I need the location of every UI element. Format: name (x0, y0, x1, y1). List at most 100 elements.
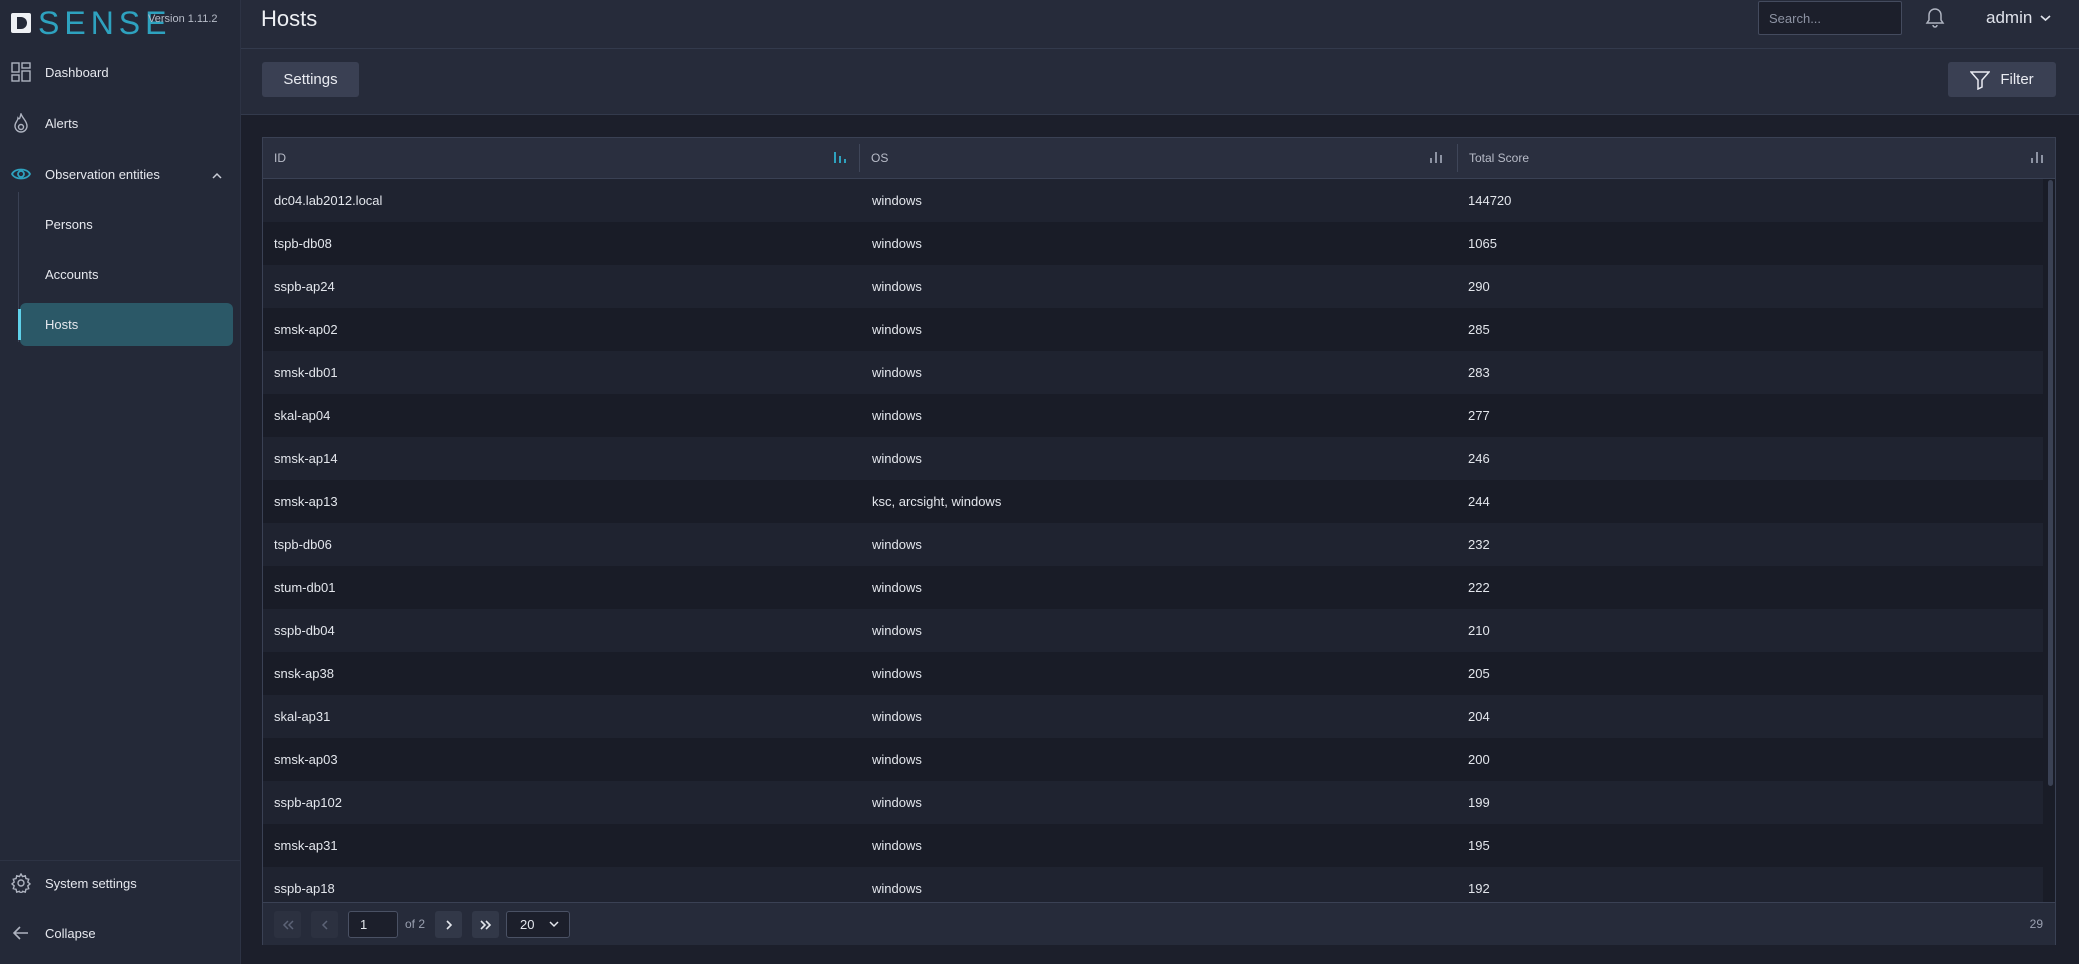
sidebar-item-label: Alerts (45, 115, 79, 131)
cell-total-score: 204 (1468, 709, 1490, 724)
first-page-button[interactable] (274, 911, 301, 938)
cell-os: windows (872, 709, 922, 724)
last-page-button[interactable] (472, 911, 499, 938)
sidebar-item-system-settings[interactable]: System settings (0, 863, 240, 903)
pagination-bar: of 2 20 29 (263, 902, 2055, 945)
cell-os: windows (872, 537, 922, 552)
filter-button[interactable]: Filter (1948, 62, 2056, 97)
cell-total-score: 232 (1468, 537, 1490, 552)
cell-os: windows (872, 408, 922, 423)
cell-total-score: 199 (1468, 795, 1490, 810)
table-scrollbar[interactable] (2048, 180, 2053, 786)
cell-id: smsk-ap31 (274, 838, 338, 853)
cell-os: windows (872, 451, 922, 466)
cell-id: tspb-db08 (274, 236, 332, 251)
next-page-button[interactable] (435, 911, 462, 938)
cell-os: windows (872, 838, 922, 853)
table-row[interactable]: sspb-ap102 windows 199 (263, 781, 2043, 824)
cell-total-score: 244 (1468, 494, 1490, 509)
sidebar-item-alerts[interactable]: Alerts (0, 103, 240, 143)
table-row[interactable]: smsk-ap02 windows 285 (263, 308, 2043, 351)
cell-os: windows (872, 795, 922, 810)
table-row[interactable]: stum-db01 windows 222 (263, 566, 2043, 609)
previous-page-button[interactable] (311, 911, 338, 938)
settings-button[interactable]: Settings (262, 62, 359, 97)
cell-id: skal-ap04 (274, 408, 331, 423)
double-chevron-right-icon (479, 919, 491, 930)
table-row[interactable]: skal-ap04 windows 277 (263, 394, 2043, 437)
sidebar-item-collapse[interactable]: Collapse (0, 913, 240, 953)
column-label: ID (274, 151, 286, 165)
column-header-os[interactable]: OS (860, 138, 1457, 178)
cell-id: smsk-ap02 (274, 322, 338, 337)
cell-total-score: 222 (1468, 580, 1490, 595)
sidebar-item-dashboard[interactable]: Dashboard (0, 52, 240, 92)
table-row[interactable]: tspb-db08 windows 1065 (263, 222, 2043, 265)
cell-total-score: 200 (1468, 752, 1490, 767)
version-label: Version 1.11.2 (148, 13, 218, 25)
cell-os: ksc, arcsight, windows (872, 494, 1002, 509)
sidebar-item-accounts[interactable]: Accounts (20, 254, 233, 294)
cell-id: smsk-ap13 (274, 494, 338, 509)
chevron-down-icon (2040, 15, 2051, 22)
cell-total-score: 1065 (1468, 236, 1497, 251)
table-body: dc04.lab2012.local windows 144720 tspb-db08… (263, 179, 2043, 902)
filter-icon (1970, 70, 1991, 90)
chevron-up-icon[interactable] (212, 171, 222, 181)
column-header-id[interactable]: ID (263, 138, 859, 178)
table-row[interactable]: smsk-db01 windows 283 (263, 351, 2043, 394)
gear-icon (11, 873, 31, 893)
cell-id: smsk-ap14 (274, 451, 338, 466)
cell-total-score: 283 (1468, 365, 1490, 380)
cell-id: tspb-db06 (274, 537, 332, 552)
table-row[interactable]: sspb-ap18 windows 192 (263, 867, 2043, 902)
table-row[interactable]: dc04.lab2012.local windows 144720 (263, 179, 2043, 222)
table-row[interactable]: smsk-ap03 windows 200 (263, 738, 2043, 781)
cell-id: snsk-ap38 (274, 666, 334, 681)
table-row[interactable]: sspb-db04 windows 210 (263, 609, 2043, 652)
chevron-left-icon (321, 919, 328, 930)
page-size-select[interactable]: 20 (506, 911, 570, 938)
column-header-total-score[interactable]: Total Score (1458, 138, 2055, 178)
bell-icon[interactable] (1925, 7, 1945, 29)
cell-total-score: 285 (1468, 322, 1490, 337)
search-input[interactable] (1758, 1, 1902, 35)
cell-id: stum-db01 (274, 580, 336, 595)
table-row[interactable]: smsk-ap13 ksc, arcsight, windows 244 (263, 480, 2043, 523)
table-row[interactable]: smsk-ap14 windows 246 (263, 437, 2043, 480)
sidebar-item-hosts[interactable]: Hosts (18, 303, 233, 346)
table-row[interactable]: sspb-ap24 windows 290 (263, 265, 2043, 308)
table-row[interactable]: snsk-ap38 windows 205 (263, 652, 2043, 695)
cell-os: windows (872, 666, 922, 681)
dashboard-icon (11, 62, 31, 82)
page-number-input[interactable] (348, 911, 398, 938)
user-menu[interactable]: admin (1986, 8, 2051, 28)
chevron-right-icon (445, 919, 452, 930)
sort-icon[interactable] (1429, 150, 1443, 164)
table-row[interactable]: skal-ap31 windows 204 (263, 695, 2043, 738)
table-row[interactable]: tspb-db06 windows 232 (263, 523, 2043, 566)
table-header: ID OS Total Score (263, 138, 2055, 179)
column-label: OS (871, 151, 889, 165)
sidebar-item-persons[interactable]: Persons (20, 204, 233, 244)
user-name: admin (1986, 8, 2033, 27)
sidebar-item-label: Dashboard (45, 64, 109, 80)
sidebar-item-label: Hosts (45, 317, 79, 332)
cell-os: windows (872, 322, 922, 337)
cell-id: smsk-db01 (274, 365, 338, 380)
sidebar-item-label: Collapse (45, 925, 96, 941)
sidebar-divider (0, 860, 240, 861)
cell-os: windows (872, 752, 922, 767)
cell-os: windows (872, 623, 922, 638)
cell-os: windows (872, 365, 922, 380)
cell-os: windows (872, 193, 922, 208)
table-row[interactable]: smsk-ap31 windows 195 (263, 824, 2043, 867)
arrow-left-icon (12, 926, 28, 940)
sidebar-item-observation-entities[interactable]: Observation entities (0, 154, 240, 194)
eye-icon (11, 168, 31, 180)
sort-active-icon[interactable] (833, 150, 847, 164)
total-count: 29 (2029, 917, 2043, 931)
sort-icon[interactable] (2030, 150, 2044, 164)
double-chevron-left-icon (282, 919, 294, 930)
sidebar: SENSE Version 1.11.2 Dashboard Alerts Ob… (0, 0, 241, 964)
